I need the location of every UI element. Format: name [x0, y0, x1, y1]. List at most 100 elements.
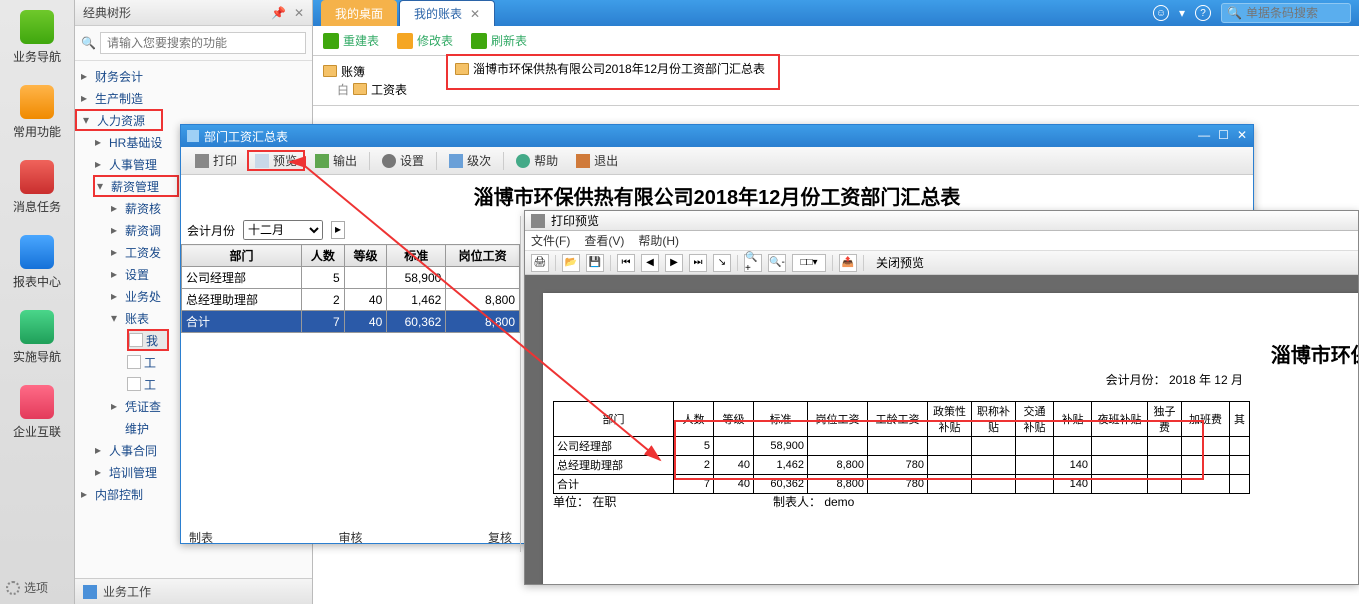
open-button[interactable]: 📂 [562, 254, 580, 272]
nav-label: 企业互联 [13, 423, 61, 440]
report-icon [20, 235, 54, 269]
period-select[interactable]: 十二月 [243, 220, 323, 240]
edit-icon [397, 33, 413, 49]
doc-icon [129, 333, 143, 347]
level-icon [449, 154, 463, 168]
sidebar-foot[interactable]: 业务工作 [75, 578, 312, 604]
export-button[interactable]: 输出 [307, 150, 365, 171]
table-row-total[interactable]: 合计74060,3628,800 [182, 311, 520, 333]
preview-title: 打印预览 [551, 212, 599, 229]
nav-icon [20, 10, 54, 44]
pcol: 部门 [554, 402, 674, 437]
doc-icon [455, 63, 469, 75]
pin-icon[interactable]: 📌 [271, 6, 286, 20]
sidebar-search: 🔍 [75, 26, 312, 61]
zoom-out-button[interactable]: 🔍- [768, 254, 786, 272]
tree-item-salary[interactable]: 薪资管理 [93, 175, 179, 197]
pcol: 其 [1230, 402, 1250, 437]
preview-canvas[interactable]: 淄博市环保供热有限公司20 会计月份： 2018 年 12 月 部门 人数 等级… [525, 275, 1358, 584]
crumb-item[interactable]: 淄博市环保供热有限公司2018年12月份工资部门汇总表 [473, 60, 765, 77]
help-button[interactable]: 帮助 [508, 150, 566, 171]
user-icon[interactable]: ☺ [1153, 5, 1169, 21]
preview-page: 淄博市环保供热有限公司20 会计月份： 2018 年 12 月 部门 人数 等级… [543, 293, 1358, 584]
col-std: 标准 [387, 245, 446, 267]
maximize-button[interactable]: ☐ [1218, 128, 1229, 142]
menu-file[interactable]: 文件(F) [531, 232, 570, 249]
search-icon: 🔍 [81, 36, 96, 50]
zoom-select[interactable]: □□▾ [792, 254, 826, 272]
nav-biz[interactable]: 业务导航 [0, 0, 74, 75]
level-button[interactable]: 级次 [441, 150, 499, 171]
folder-icon [323, 65, 337, 77]
close-icon[interactable]: ✕ [294, 6, 304, 20]
table-row[interactable]: 总经理助理部2401,4628,800 [182, 289, 520, 311]
export-button[interactable]: 📤 [839, 254, 857, 272]
minimize-button[interactable]: — [1198, 128, 1210, 142]
paper-title: 淄博市环保供热有限公司20 [1271, 339, 1358, 368]
gear-icon [6, 581, 20, 595]
nav-msg[interactable]: 消息任务 [0, 150, 74, 225]
tab-desktop[interactable]: 我的桌面 [321, 0, 397, 26]
nav-options[interactable]: 选项 [6, 579, 48, 596]
refresh-button[interactable]: 刷新表 [471, 32, 527, 49]
menu-view[interactable]: 查看(V) [584, 232, 624, 249]
nav-impl[interactable]: 实施导航 [0, 300, 74, 375]
nav-ent[interactable]: 企业互联 [0, 375, 74, 450]
help-icon[interactable]: ? [1195, 5, 1211, 21]
col-level: 等级 [344, 245, 387, 267]
crumb-item[interactable]: 工资表 [371, 81, 407, 98]
close-preview-button[interactable]: 关闭预览 [876, 254, 924, 271]
nav-label: 业务导航 [13, 48, 61, 65]
search-icon: 🔍 [1227, 6, 1242, 20]
dialog-titlebar[interactable]: 部门工资汇总表 — ☐ ✕ [181, 125, 1253, 147]
crumb-item[interactable]: 账簿 [341, 63, 365, 80]
nav-label: 报表中心 [13, 273, 61, 290]
nav-report[interactable]: 报表中心 [0, 225, 74, 300]
report-toolbar: 重建表 修改表 刷新表 [313, 26, 1359, 56]
preview-button[interactable]: 预览 [247, 150, 305, 171]
goto-button[interactable]: ↘ [713, 254, 731, 272]
search-input[interactable] [100, 32, 306, 54]
refresh-icon [471, 33, 487, 49]
print-button[interactable]: 打印 [187, 150, 245, 171]
rebuild-icon [323, 33, 339, 49]
chevron-down-icon[interactable]: ▾ [1179, 6, 1185, 20]
period-picker-button[interactable]: ▸ [331, 221, 345, 239]
settings-button[interactable]: 设置 [374, 150, 432, 171]
col-post: 岗位工资 [446, 245, 520, 267]
first-page-button[interactable]: ⏮ [617, 254, 635, 272]
star-icon [20, 85, 54, 119]
print-preview-window: 打印预览 文件(F) 查看(V) 帮助(H) 🖨 📂 💾 ⏮ ◀ ▶ ⏭ ↘ 🔍… [524, 210, 1359, 585]
last-page-button[interactable]: ⏭ [689, 254, 707, 272]
table-row[interactable]: 公司经理部558,900 [182, 267, 520, 289]
exit-button[interactable]: 退出 [568, 150, 626, 171]
rebuild-button[interactable]: 重建表 [323, 32, 379, 49]
tab-myreport[interactable]: 我的账表✕ [399, 0, 495, 26]
grid-icon [20, 385, 54, 419]
doc-icon [127, 355, 141, 369]
preview-titlebar[interactable]: 打印预览 [525, 211, 1358, 231]
save-button[interactable]: 💾 [586, 254, 604, 272]
exit-icon [576, 154, 590, 168]
next-page-button[interactable]: ▶ [665, 254, 683, 272]
compass-icon [20, 310, 54, 344]
tree-item[interactable]: 生产制造 [75, 87, 312, 109]
paper-unit: 单位： 在职 [553, 493, 616, 510]
nav-fav[interactable]: 常用功能 [0, 75, 74, 150]
nav-label: 消息任务 [13, 198, 61, 215]
period-label: 会计月份 [187, 222, 235, 239]
tree-item-myreport[interactable]: 我 [127, 329, 169, 351]
print-button[interactable]: 🖨 [531, 254, 549, 272]
close-button[interactable]: ✕ [1237, 128, 1247, 142]
zoom-in-button[interactable]: 🔍+ [744, 254, 762, 272]
nav-rail: 业务导航 常用功能 消息任务 报表中心 实施导航 企业互联 选项 [0, 0, 75, 604]
close-tab-icon[interactable]: ✕ [470, 7, 480, 21]
paper-maker: 制表人： demo [773, 493, 854, 510]
modify-button[interactable]: 修改表 [397, 32, 453, 49]
tree-item[interactable]: 财务会计 [75, 65, 312, 87]
tree-item-hr[interactable]: 人力资源 [75, 109, 163, 131]
folder-icon [353, 83, 367, 95]
menu-help[interactable]: 帮助(H) [638, 232, 679, 249]
nav-label: 实施导航 [13, 348, 61, 365]
prev-page-button[interactable]: ◀ [641, 254, 659, 272]
